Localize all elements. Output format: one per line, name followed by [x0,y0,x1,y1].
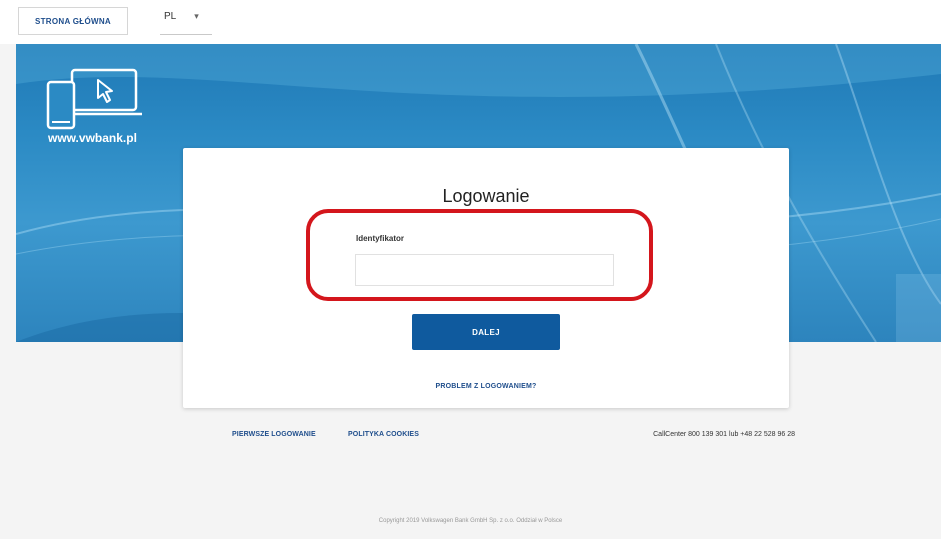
next-button[interactable]: DALEJ [412,314,560,350]
chevron-down-icon: ▾ [194,11,199,21]
login-problem-link[interactable]: PROBLEM Z LOGOWANIEM? [183,383,789,390]
identifier-label: Identyfikator [356,234,405,243]
site-url: www.vwbank.pl [48,131,137,145]
first-login-link[interactable]: PIERWSZE LOGOWANIE [232,431,316,438]
identifier-input[interactable] [355,254,614,286]
language-select[interactable]: PL ▾ [164,11,199,22]
home-button[interactable]: STRONA GŁÓWNA [18,7,128,35]
devices-icon [46,68,142,130]
language-value: PL [164,11,177,22]
language-select-underline [160,34,212,35]
cookies-policy-link[interactable]: POLITYKA COOKIES [348,431,419,438]
copyright-text: Copyright 2019 Volkswagen Bank GmbH Sp. … [378,518,563,524]
page-title: Logowanie [442,186,530,206]
call-center-info: CallCenter 800 139 301 lub +48 22 528 96… [653,431,795,438]
top-bar: STRONA GŁÓWNA PL ▾ [0,0,941,44]
login-card: Logowanie Identyfikator DALEJ PROBLEM Z … [183,148,789,408]
